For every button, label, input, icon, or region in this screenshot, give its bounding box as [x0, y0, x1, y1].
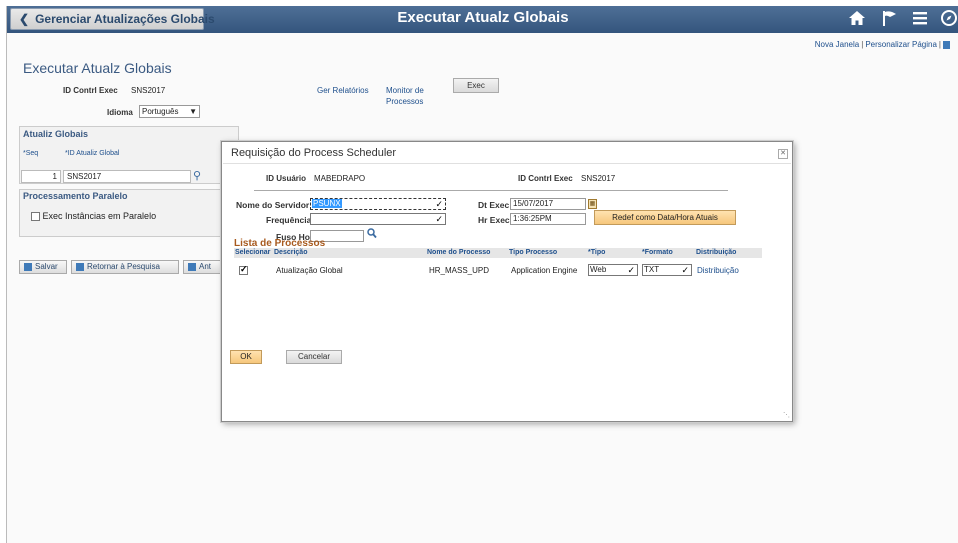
return-search-button[interactable]: Retornar à Pesquisa: [71, 260, 179, 274]
global-update-id-input[interactable]: SNS2017: [63, 170, 191, 183]
run-date-input[interactable]: 15/07/2017: [510, 198, 586, 210]
process-description: Atualização Global: [276, 266, 343, 275]
title-divider: [223, 163, 791, 164]
reset-datetime-button[interactable]: Redef como Data/Hora Atuais: [594, 210, 736, 225]
home-icon[interactable]: [848, 9, 866, 32]
link-separator: |: [938, 40, 941, 49]
col-process-name: Nome do Processo: [427, 249, 491, 256]
back-button[interactable]: ❮ Gerenciar Atualizações Globais: [10, 8, 215, 30]
process-scheduler-dialog: Requisição do Process Scheduler ✕ ID Usu…: [221, 141, 793, 422]
check-icon: [239, 264, 248, 276]
user-id-value: MABEDRAPO: [314, 174, 366, 183]
save-label: Salvar: [35, 262, 58, 271]
process-row-checkbox[interactable]: [239, 264, 248, 276]
help-icon[interactable]: [943, 40, 950, 49]
recurrence-select[interactable]: ✓: [310, 213, 446, 225]
format-select[interactable]: TXT ✓: [642, 264, 692, 276]
personalize-page-link[interactable]: Personalizar Página: [865, 40, 937, 49]
col-description: Descrição: [274, 249, 308, 256]
chevron-down-icon: ✓: [681, 265, 689, 275]
back-button-label: Gerenciar Atualizações Globais: [35, 12, 215, 26]
parallel-processing-title: Processamento Paralelo: [23, 191, 128, 201]
previous-icon: [188, 262, 196, 271]
parallel-checkbox-row: Exec Instâncias em Paralelo: [31, 211, 157, 222]
top-links: Nova Janela | Personalizar Página |: [815, 40, 950, 49]
lookup-icon[interactable]: ⚲: [193, 169, 201, 182]
save-icon: [24, 262, 32, 271]
cancel-button[interactable]: Cancelar: [286, 350, 342, 364]
top-banner: ❮ Gerenciar Atualizações Globais Executar…: [7, 6, 958, 33]
previous-button[interactable]: Ant: [183, 260, 221, 274]
chevron-down-icon: ✓: [435, 214, 443, 224]
server-name-select[interactable]: PSUNX ✓: [310, 198, 446, 210]
process-name: HR_MASS_UPD: [429, 266, 490, 275]
search-icon[interactable]: [367, 228, 377, 242]
col-seq-header: *Seq: [23, 150, 39, 157]
header-divider: [254, 190, 728, 191]
language-label: Idioma: [107, 108, 133, 117]
chevron-down-icon: ✓: [627, 265, 635, 275]
process-monitor-link-line2[interactable]: Processos: [386, 97, 423, 106]
process-list-header: [234, 248, 762, 258]
col-process-type: Tipo Processo: [509, 249, 558, 256]
dialog-run-control-value: SNS2017: [581, 174, 616, 183]
col-format: *Formato: [642, 249, 673, 256]
parallel-checkbox[interactable]: [31, 212, 40, 222]
server-name-value: PSUNX: [312, 199, 342, 208]
compass-icon[interactable]: [940, 9, 958, 32]
new-window-link[interactable]: Nova Janela: [815, 40, 859, 49]
previous-label: Ant: [199, 262, 212, 271]
parallel-checkbox-label: Exec Instâncias em Paralelo: [42, 211, 157, 221]
col-select: Selecionar: [235, 249, 271, 256]
calendar-icon[interactable]: ▦: [588, 199, 597, 209]
link-separator: |: [861, 40, 864, 49]
return-search-label: Retornar à Pesquisa: [87, 262, 160, 271]
server-name-label: Nome do Servidor: [236, 200, 310, 210]
return-icon: [76, 262, 84, 271]
distribution-link[interactable]: Distribuição: [697, 266, 739, 275]
col-type: *Tipo: [588, 249, 606, 256]
close-icon[interactable]: ✕: [778, 149, 788, 159]
col-distribution: Distribuição: [696, 249, 737, 256]
type-value: Web: [590, 265, 607, 274]
save-button[interactable]: Salvar: [19, 260, 67, 274]
user-id-label: ID Usuário: [266, 174, 307, 183]
recurrence-label: Frequência: [266, 215, 312, 225]
menu-icon[interactable]: [912, 9, 928, 32]
process-monitor-link[interactable]: Monitor de: [386, 86, 424, 95]
run-button[interactable]: Exec: [453, 78, 499, 93]
run-control-value: SNS2017: [131, 86, 166, 95]
run-time-label: Hr Exec: [478, 215, 510, 225]
run-date-label: Dt Exec: [478, 200, 510, 210]
dialog-title: Requisição do Process Scheduler: [231, 147, 397, 159]
banner-title: Executar Atualz Globais: [397, 9, 569, 26]
format-value: TXT: [644, 265, 660, 274]
chevron-down-icon: ✓: [435, 199, 443, 209]
chevron-left-icon: ❮: [19, 12, 30, 26]
chevron-down-icon: ▼: [189, 107, 197, 116]
language-value: Português: [142, 107, 179, 116]
flag-icon[interactable]: [881, 9, 899, 32]
global-updates-title: Atualiz Globais: [23, 129, 89, 139]
col-id-header: *ID Atualiz Global: [65, 150, 120, 157]
process-type: Application Engine: [511, 266, 578, 275]
resize-handle-icon[interactable]: ⋱: [783, 411, 790, 419]
dialog-run-control-label: ID Contrl Exec: [518, 174, 573, 183]
language-select[interactable]: Português ▼: [139, 105, 200, 118]
ok-button[interactable]: OK: [230, 350, 262, 364]
page-title: Executar Atualz Globais: [23, 60, 172, 76]
type-select[interactable]: Web ✓: [588, 264, 638, 276]
app-frame: ❮ Gerenciar Atualizações Globais Executar…: [6, 6, 958, 543]
seq-input[interactable]: 1: [21, 170, 61, 183]
run-control-label: ID Contrl Exec: [63, 86, 118, 95]
run-time-input[interactable]: 1:36:25PM: [510, 213, 586, 225]
report-manager-link[interactable]: Ger Relatórios: [317, 86, 369, 95]
